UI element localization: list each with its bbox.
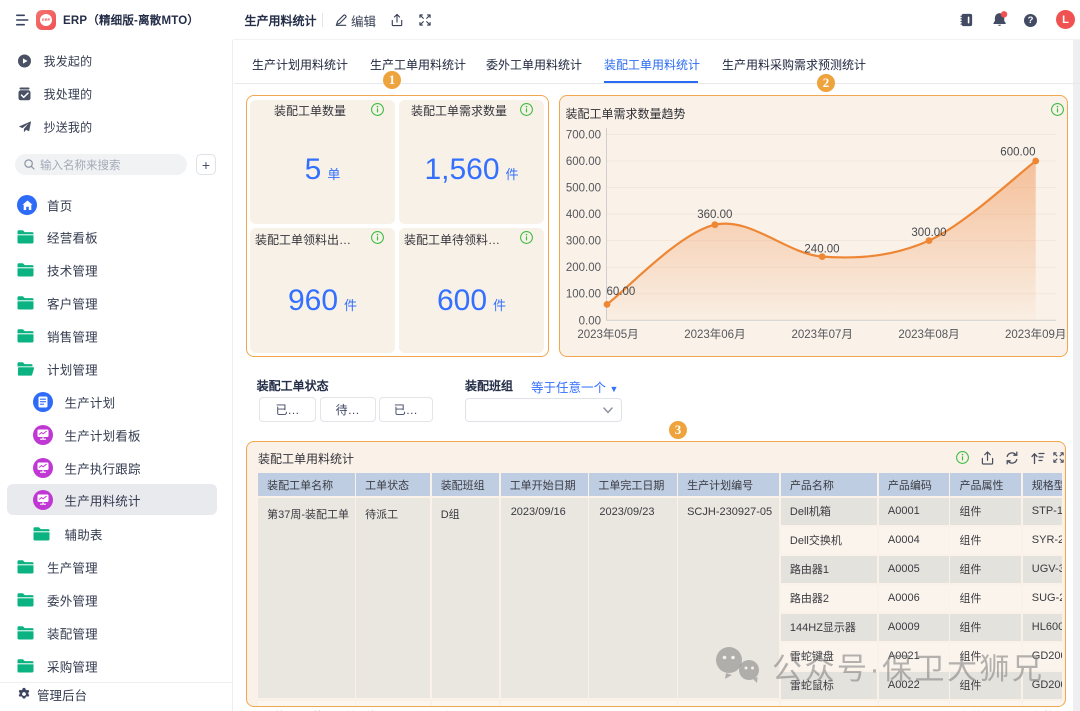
svg-text:500.00: 500.00 [566,183,601,195]
svg-text:2023年05月: 2023年05月 [577,327,638,341]
svg-text:60.00: 60.00 [607,286,636,298]
svg-text:2023年09月: 2023年09月 [1005,327,1066,341]
svg-text:2023年08月: 2023年08月 [898,327,959,341]
svg-text:600.00: 600.00 [566,156,601,168]
svg-text:240.00: 240.00 [804,244,839,256]
svg-text:2023年07月: 2023年07月 [792,327,853,341]
svg-text:600.00: 600.00 [1000,147,1035,159]
svg-text:300.00: 300.00 [566,236,601,248]
svg-text:200.00: 200.00 [566,262,601,274]
svg-text:300.00: 300.00 [911,227,946,239]
svg-text:700.00: 700.00 [566,129,601,141]
svg-text:2023年06月: 2023年06月 [684,327,745,341]
svg-text:100.00: 100.00 [566,289,601,301]
svg-text:0.00: 0.00 [579,315,601,327]
svg-text:360.00: 360.00 [697,209,732,221]
svg-text:400.00: 400.00 [566,209,601,221]
